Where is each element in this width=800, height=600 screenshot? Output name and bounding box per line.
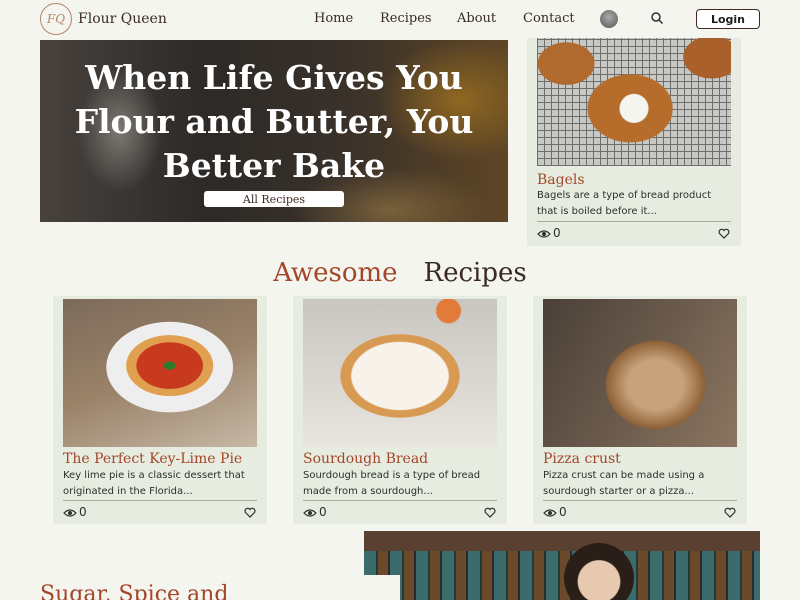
all-recipes-button[interactable]: All Recipes — [204, 191, 344, 207]
recipe-card[interactable]: Pizza crust Pizza crust can be made usin… — [533, 296, 747, 524]
divider — [537, 221, 731, 222]
view-count: 0 — [553, 226, 561, 240]
login-button[interactable]: Login — [696, 9, 760, 29]
eye-icon — [303, 509, 317, 517]
heart-icon[interactable] — [718, 228, 730, 239]
recipe-title[interactable]: The Perfect Key-Lime Pie — [63, 451, 242, 467]
eye-icon — [543, 509, 557, 517]
recipe-description: Sourdough bread is a type of bread made … — [303, 470, 481, 497]
recipe-image[interactable] — [543, 299, 737, 447]
eye-icon — [63, 509, 77, 517]
recipe-description: Pizza crust can be made using a sourdoug… — [543, 470, 705, 497]
heart-icon[interactable] — [484, 507, 496, 518]
bagel-image[interactable] — [537, 38, 731, 166]
hero-title: When Life Gives You Flour and Butter, Yo… — [74, 58, 474, 185]
heart-icon[interactable] — [244, 507, 256, 518]
section-title: Awesome Recipes — [0, 258, 800, 288]
top-nav: FQ Flour Queen Home Recipes About Contac… — [0, 0, 800, 38]
recipe-title[interactable]: Pizza crust — [543, 451, 621, 467]
nav-contact-link[interactable]: Contact — [523, 11, 575, 26]
recipe-title[interactable]: Bagels — [537, 172, 585, 188]
avatar[interactable] — [600, 10, 618, 28]
recipe-card[interactable]: The Perfect Key-Lime Pie Key lime pie is… — [53, 296, 267, 524]
section-title-accent: Awesome — [273, 258, 398, 288]
recipe-description: Key lime pie is a classic dessert that o… — [63, 470, 245, 497]
nav-about-link[interactable]: About — [457, 11, 496, 26]
image-corner — [364, 575, 400, 600]
hero-banner: When Life Gives You Flour and Butter, Yo… — [40, 40, 508, 222]
person-image — [564, 543, 634, 600]
section-title-main: Recipes — [423, 258, 527, 288]
cafe-image — [364, 531, 760, 600]
brand-name[interactable]: Flour Queen — [78, 11, 167, 27]
view-count: 0 — [559, 505, 567, 519]
divider — [543, 500, 737, 501]
recipe-description: Bagels are a type of bread product that … — [537, 190, 712, 217]
view-count: 0 — [319, 505, 327, 519]
nav-recipes-link[interactable]: Recipes — [380, 11, 432, 26]
recipe-card[interactable]: Sourdough Bread Sourdough bread is a typ… — [293, 296, 507, 524]
recipe-image[interactable] — [303, 299, 497, 447]
bottom-section-heading: Sugar, Spice and — [40, 582, 229, 600]
search-icon[interactable] — [650, 11, 664, 25]
divider — [303, 500, 497, 501]
featured-recipe-card[interactable]: Bagels Bagels are a type of bread produc… — [527, 38, 741, 246]
eye-icon — [537, 230, 551, 238]
heart-icon[interactable] — [724, 507, 736, 518]
divider — [63, 500, 257, 501]
recipe-title[interactable]: Sourdough Bread — [303, 451, 428, 467]
shelf — [364, 531, 760, 551]
recipe-image[interactable] — [63, 299, 257, 447]
logo-icon[interactable]: FQ — [40, 3, 72, 35]
view-count: 0 — [79, 505, 87, 519]
nav-home-link[interactable]: Home — [314, 11, 353, 26]
